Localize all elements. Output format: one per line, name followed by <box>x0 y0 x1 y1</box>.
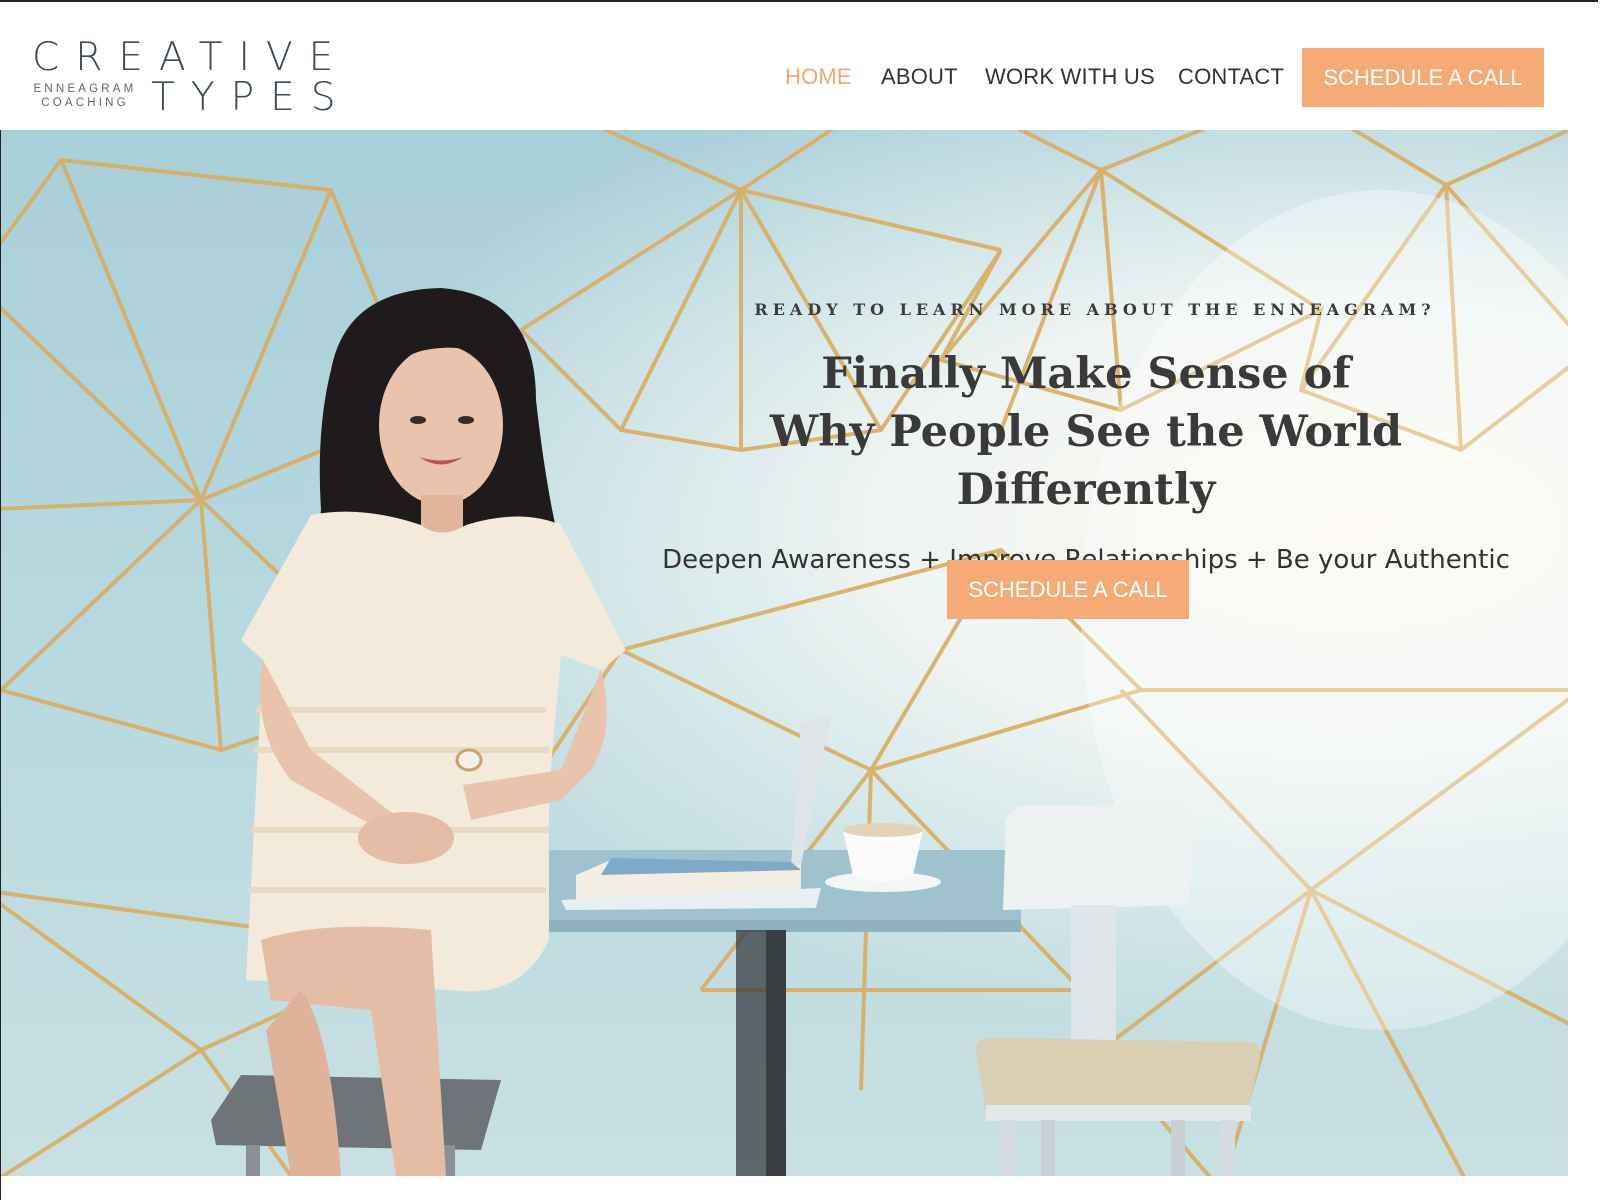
hero-headline-line-2: Why People See the World Differently <box>769 407 1403 515</box>
hero-headline-line-1: Finally Make Sense of <box>821 349 1351 399</box>
schedule-call-button-header[interactable]: SCHEDULE A CALL <box>1302 48 1544 107</box>
hero-section: READY TO LEARN MORE ABOUT THE ENNEAGRAM?… <box>1 130 1568 1176</box>
hero-photo <box>1 130 1568 1176</box>
site-header: CREATIVE ENNEAGRAM COACHING TYPES HOME A… <box>0 2 1600 130</box>
main-nav: HOME ABOUT WORK WITH US CONTACT SCHEDULE… <box>0 2 1600 130</box>
nav-item-work-with-us[interactable]: WORK WITH US <box>985 64 1155 90</box>
nav-item-home[interactable]: HOME <box>785 64 852 90</box>
nav-item-about[interactable]: ABOUT <box>881 64 958 90</box>
schedule-call-button-hero[interactable]: SCHEDULE A CALL <box>947 560 1189 619</box>
stool <box>211 1075 501 1176</box>
hero-headline: Finally Make Sense of Why People See the… <box>641 345 1531 519</box>
hero-eyebrow: READY TO LEARN MORE ABOUT THE ENNEAGRAM? <box>754 300 1436 319</box>
nav-item-contact[interactable]: CONTACT <box>1178 64 1284 90</box>
book-on-table <box>561 858 821 910</box>
